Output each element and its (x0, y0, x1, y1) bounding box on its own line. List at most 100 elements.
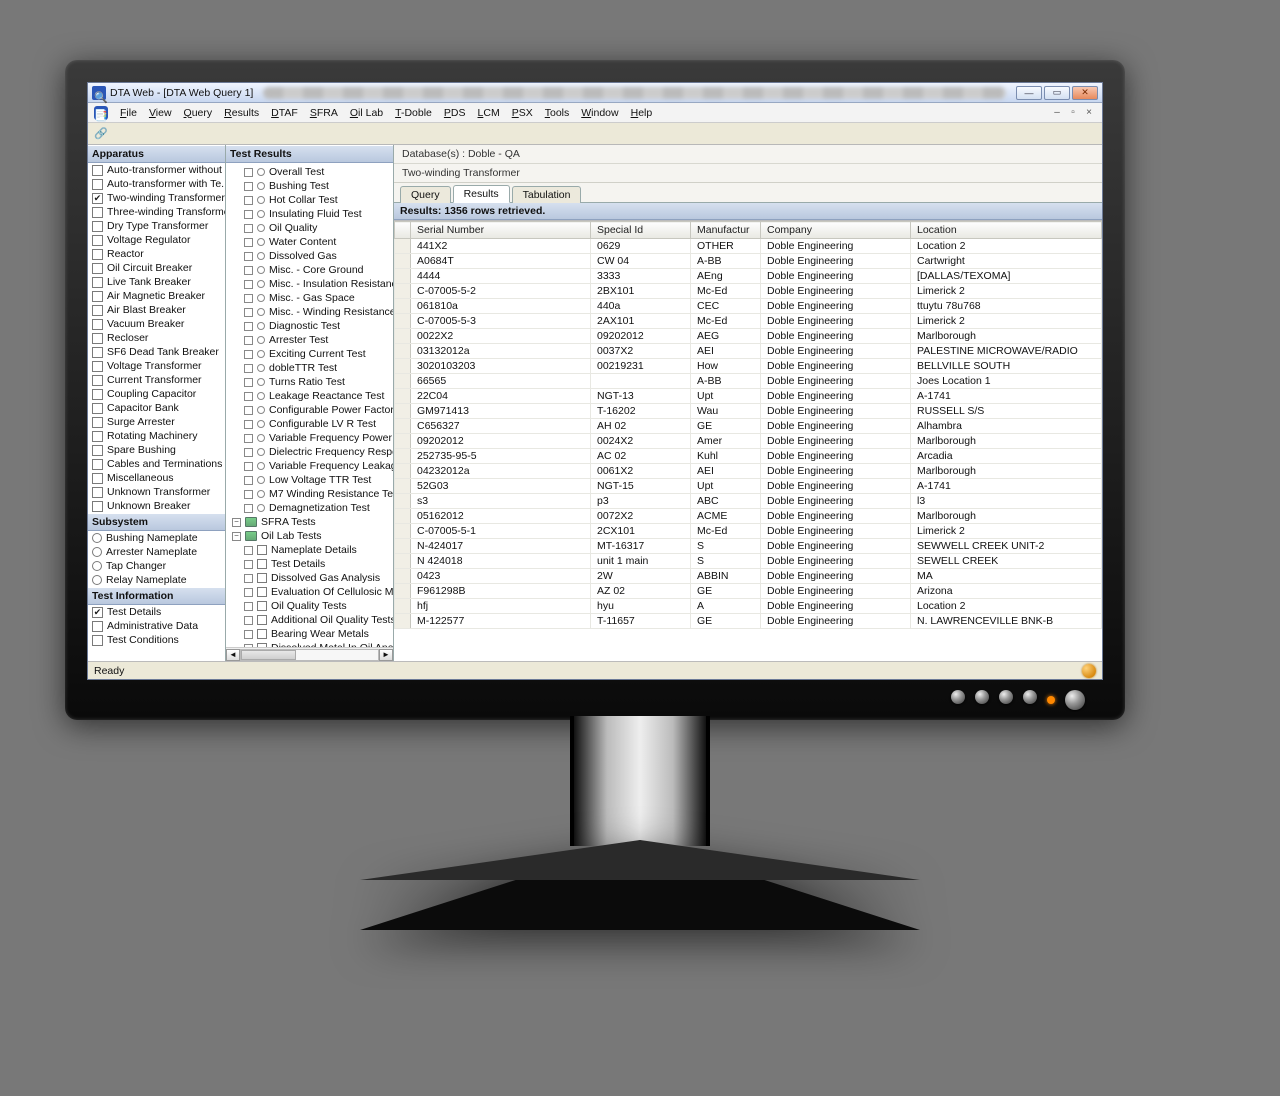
cell[interactable]: 0061X2 (591, 464, 691, 479)
cell[interactable]: N-424017 (411, 539, 591, 554)
cell[interactable]: 3333 (591, 269, 691, 284)
mdi-close[interactable]: × (1082, 107, 1096, 118)
hscroll-track[interactable] (240, 649, 379, 661)
expand-icon[interactable] (244, 294, 253, 303)
apparatus-item[interactable]: Capacitor Bank (88, 401, 225, 415)
tree-item[interactable]: Overall Test (226, 165, 393, 179)
expand-icon[interactable] (244, 546, 253, 555)
checkbox-icon[interactable] (92, 417, 103, 428)
cell[interactable]: GE (691, 584, 761, 599)
cell[interactable]: Doble Engineering (761, 269, 911, 284)
column-header[interactable]: Special Id (591, 222, 691, 239)
cell[interactable]: 66565 (411, 374, 591, 389)
cell[interactable]: N 424018 (411, 554, 591, 569)
cell[interactable]: Arcadia (911, 449, 1102, 464)
cell[interactable]: 09202012 (591, 329, 691, 344)
expand-icon[interactable] (244, 266, 253, 275)
toolbar-btn-6[interactable]: 🔗 (92, 125, 110, 143)
table-row[interactable]: hfjhyuADoble EngineeringLocation 2 (395, 599, 1102, 614)
cell[interactable]: 4444 (411, 269, 591, 284)
testinfo-item[interactable]: Administrative Data (88, 619, 225, 633)
cell[interactable]: 04232012a (411, 464, 591, 479)
cell[interactable]: 061810a (411, 299, 591, 314)
table-row[interactable]: GM971413T-16202WauDoble EngineeringRUSSE… (395, 404, 1102, 419)
menu-query[interactable]: Query (178, 105, 219, 121)
apparatus-item[interactable]: Auto-transformer with Te... (88, 177, 225, 191)
cell[interactable]: 00219231 (591, 359, 691, 374)
cell[interactable]: A (691, 599, 761, 614)
tree-folder[interactable]: −Oil Lab Tests (226, 529, 393, 543)
cell[interactable]: GM971413 (411, 404, 591, 419)
row-handle[interactable] (395, 314, 411, 329)
toolbar-btn-4[interactable]: 🔍 (92, 89, 110, 107)
hscroll-thumb[interactable] (241, 650, 296, 660)
apparatus-item[interactable]: Unknown Transformer (88, 485, 225, 499)
tree-item[interactable]: Oil Quality Tests (226, 599, 393, 613)
radio-icon[interactable] (92, 575, 102, 585)
cell[interactable]: Location 2 (911, 599, 1102, 614)
tree-item[interactable]: Low Voltage TTR Test (226, 473, 393, 487)
tree-item[interactable]: Insulating Fluid Test (226, 207, 393, 221)
checkbox-icon[interactable] (92, 459, 103, 470)
table-row[interactable]: 061810a440aCECDoble Engineeringttuytu 78… (395, 299, 1102, 314)
cell[interactable]: 252735-95-5 (411, 449, 591, 464)
cell[interactable]: 0072X2 (591, 509, 691, 524)
tree-folder[interactable]: −SFRA Tests (226, 515, 393, 529)
tree-item[interactable]: Misc. - Winding Resistance (226, 305, 393, 319)
cell[interactable]: SEWWELL CREEK UNIT-2 (911, 539, 1102, 554)
cell[interactable]: AH 02 (591, 419, 691, 434)
tree-item[interactable]: Dielectric Frequency Response Test (226, 445, 393, 459)
row-handle[interactable] (395, 539, 411, 554)
expand-icon[interactable] (244, 364, 253, 373)
menu-dtaf[interactable]: DTAF (265, 105, 304, 121)
cell[interactable]: Wau (691, 404, 761, 419)
row-handle[interactable] (395, 494, 411, 509)
checkbox-icon[interactable] (257, 545, 267, 555)
expand-icon[interactable] (244, 224, 253, 233)
expand-icon[interactable] (244, 392, 253, 401)
tree-hscroll[interactable]: ◄ ► (226, 647, 393, 661)
table-row[interactable]: 03132012a0037X2AEIDoble EngineeringPALES… (395, 344, 1102, 359)
tab-results[interactable]: Results (453, 185, 510, 203)
cell[interactable]: C656327 (411, 419, 591, 434)
apparatus-item[interactable]: Dry Type Transformer (88, 219, 225, 233)
menu-window[interactable]: Window (575, 105, 624, 121)
cell[interactable]: RUSSELL S/S (911, 404, 1102, 419)
row-handle[interactable] (395, 344, 411, 359)
apparatus-item[interactable]: Voltage Transformer (88, 359, 225, 373)
tree-item[interactable]: Arrester Test (226, 333, 393, 347)
tree-item[interactable]: Additional Oil Quality Tests (226, 613, 393, 627)
apparatus-item[interactable]: Current Transformer (88, 373, 225, 387)
table-row[interactable]: N 424018unit 1 mainSDoble EngineeringSEW… (395, 554, 1102, 569)
expand-icon[interactable] (244, 378, 253, 387)
cell[interactable]: Mc-Ed (691, 284, 761, 299)
cell[interactable]: N. LAWRENCEVILLE BNK-B (911, 614, 1102, 629)
apparatus-item[interactable]: Surge Arrester (88, 415, 225, 429)
cell[interactable]: Upt (691, 389, 761, 404)
checkbox-icon[interactable] (257, 629, 267, 639)
checkbox-icon[interactable] (92, 487, 103, 498)
expand-icon[interactable] (244, 168, 253, 177)
table-row[interactable]: A0684TCW 04A-BBDoble EngineeringCartwrig… (395, 254, 1102, 269)
table-row[interactable]: N-424017MT-16317SDoble EngineeringSEWWEL… (395, 539, 1102, 554)
row-handle[interactable] (395, 584, 411, 599)
cell[interactable]: 2W (591, 569, 691, 584)
cell[interactable]: A0684T (411, 254, 591, 269)
row-handle[interactable] (395, 509, 411, 524)
tree-item[interactable]: Leakage Reactance Test (226, 389, 393, 403)
toolbar-btn-5[interactable]: 📑 (92, 107, 110, 125)
cell[interactable]: Doble Engineering (761, 554, 911, 569)
apparatus-item[interactable]: Rotating Machinery (88, 429, 225, 443)
row-handle[interactable] (395, 284, 411, 299)
column-header[interactable] (395, 222, 411, 239)
menu-lcm[interactable]: LCM (472, 105, 506, 121)
menu-psx[interactable]: PSX (506, 105, 539, 121)
menu-results[interactable]: Results (218, 105, 265, 121)
tree-item[interactable]: Test Details (226, 557, 393, 571)
cell[interactable]: Doble Engineering (761, 584, 911, 599)
cell[interactable]: C-07005-5-3 (411, 314, 591, 329)
results-grid[interactable]: Serial NumberSpecial IdManufacturCompany… (394, 220, 1102, 661)
cell[interactable]: Limerick 2 (911, 314, 1102, 329)
cell[interactable]: 440a (591, 299, 691, 314)
row-handle[interactable] (395, 569, 411, 584)
